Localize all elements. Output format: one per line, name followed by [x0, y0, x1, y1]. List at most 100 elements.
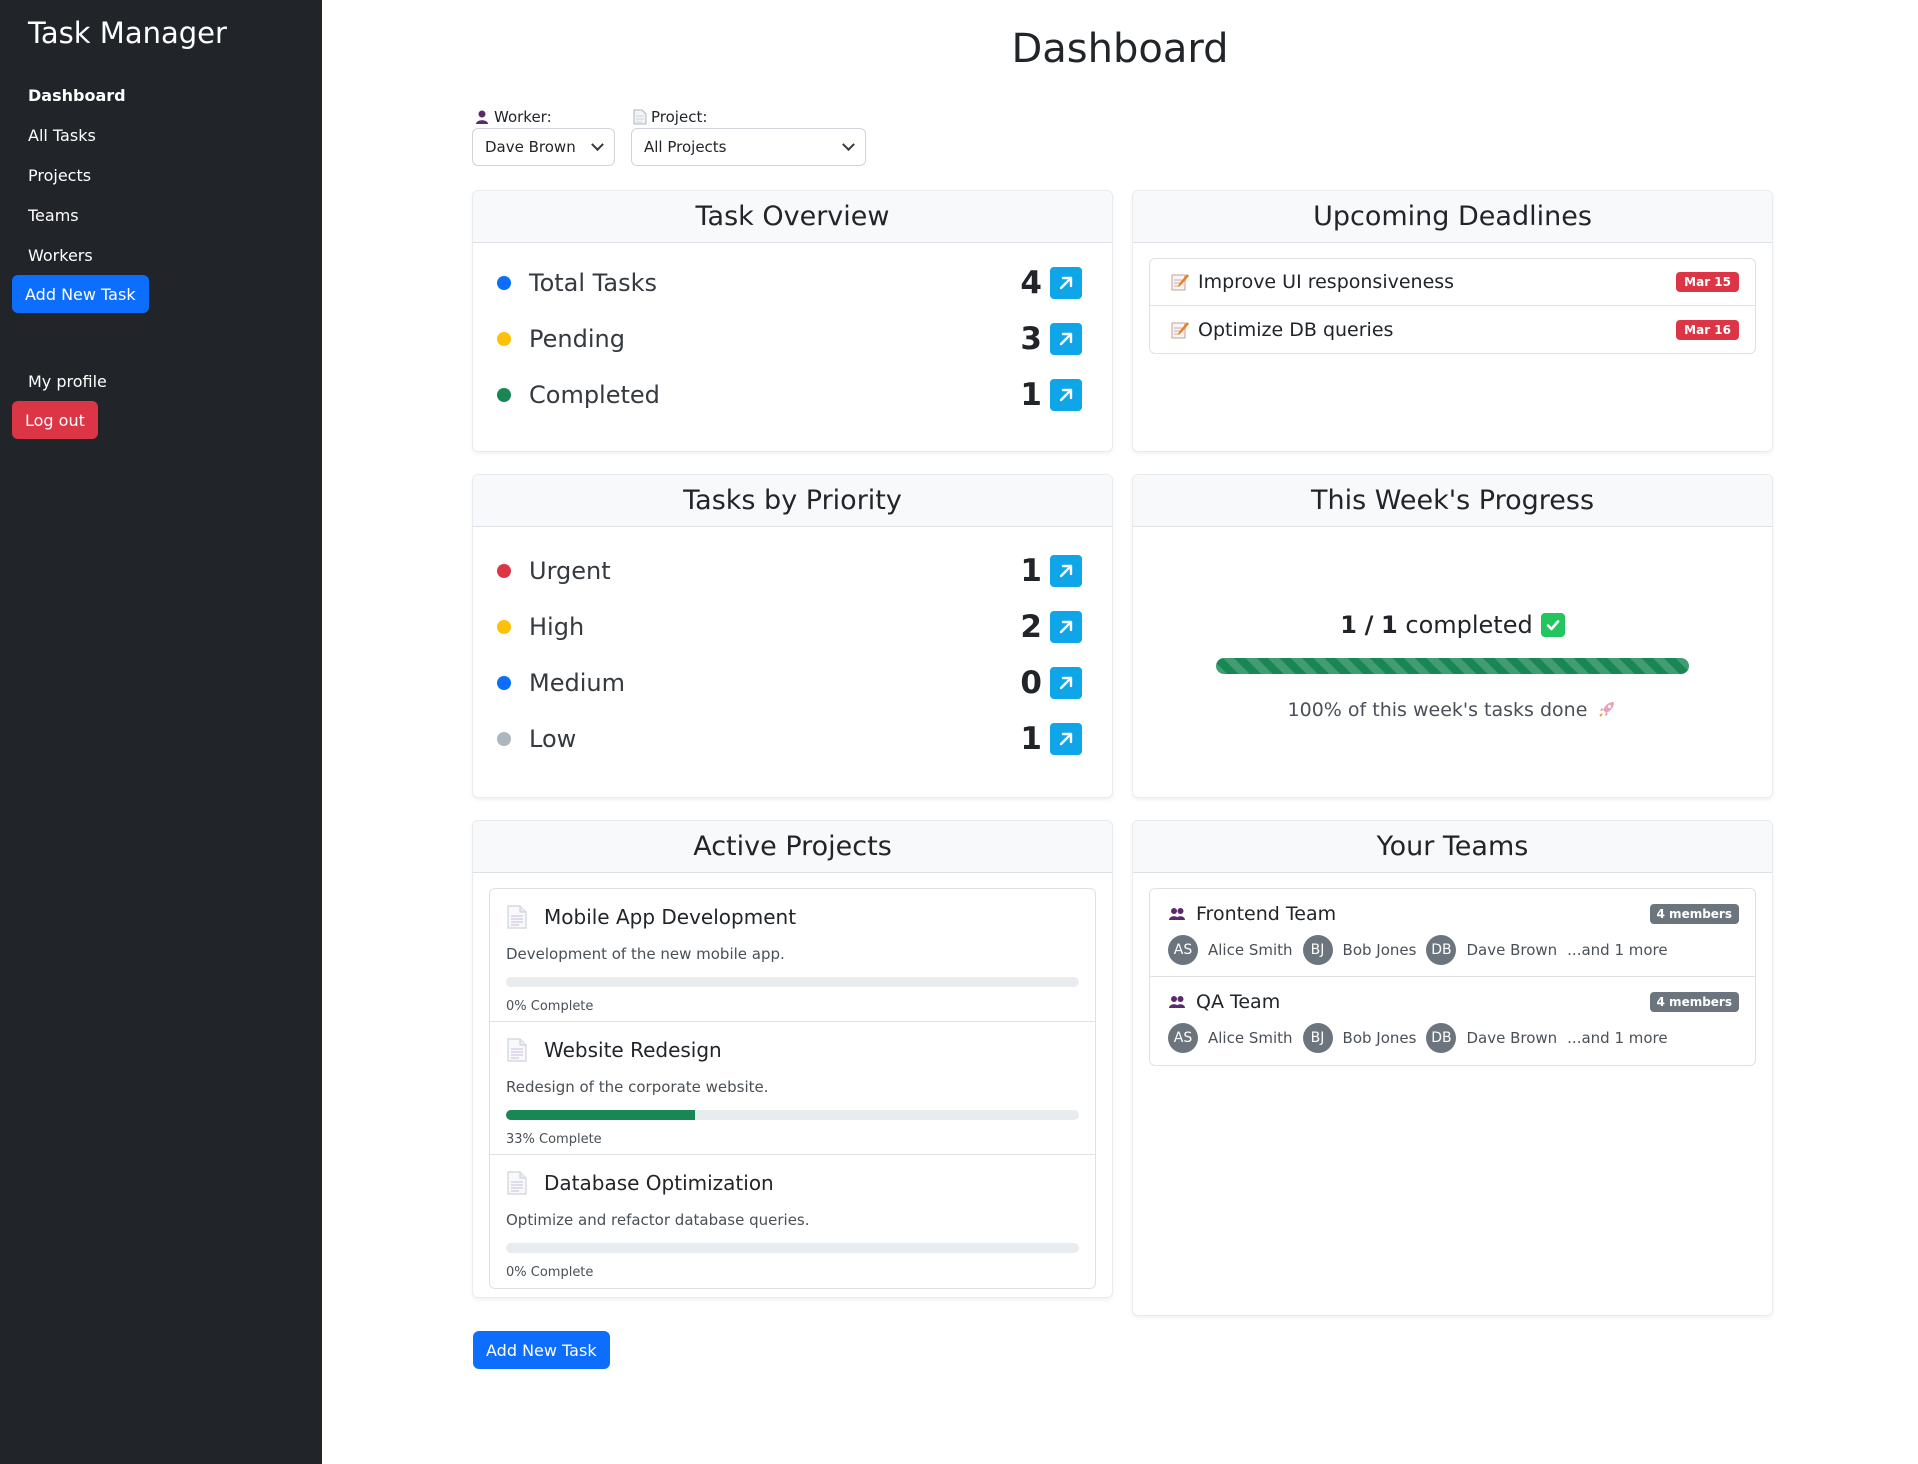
- stat-count: 3: [1020, 321, 1042, 357]
- nav-workers[interactable]: Workers: [28, 246, 93, 265]
- avatar: AS: [1168, 935, 1198, 965]
- priority-label: Medium: [529, 669, 625, 697]
- priority-dot: [497, 620, 511, 634]
- priority-label: Low: [529, 725, 577, 753]
- member-name: Alice Smith: [1208, 1029, 1293, 1047]
- document-icon: [507, 1171, 527, 1195]
- more-members-text: ...and 1 more: [1567, 1029, 1668, 1047]
- chevron-down-icon: [591, 137, 604, 151]
- avatar: BJ: [1302, 1023, 1333, 1053]
- priority-count: 1: [1020, 721, 1042, 757]
- weekly-total-count: 1: [1381, 611, 1398, 639]
- weekly-progress-card: This Week's Progress 1 / 1 completed 100…: [1132, 474, 1773, 798]
- project-name: Mobile App Development: [544, 905, 797, 929]
- project-progress-fill: [506, 1110, 696, 1120]
- weekly-completed-count: 1: [1340, 611, 1357, 639]
- worker-select[interactable]: Dave Brown: [472, 128, 615, 166]
- project-progress-label: 0% Complete: [506, 1265, 594, 1280]
- page-title: Dashboard: [1011, 26, 1229, 72]
- project-item[interactable]: Website Redesign Redesign of the corpora…: [490, 1022, 1095, 1155]
- priority-row-high: High 2: [497, 607, 1082, 647]
- priority-row-medium: Medium 0: [497, 663, 1082, 703]
- project-name: Website Redesign: [544, 1038, 722, 1062]
- stat-label: Total Tasks: [529, 269, 657, 297]
- team-item[interactable]: QA Team 4 members AS Alice Smith BJ Bob …: [1150, 977, 1755, 1065]
- document-icon: [633, 109, 647, 125]
- upcoming-deadlines-card: Upcoming Deadlines Improve UI responsive…: [1132, 190, 1773, 452]
- weekly-completed-word: completed: [1405, 611, 1533, 639]
- document-icon: [507, 905, 527, 929]
- nav-my-profile[interactable]: My profile: [28, 372, 107, 391]
- priority-dot: [497, 732, 511, 746]
- team-list: Frontend Team 4 members AS Alice Smith B…: [1149, 888, 1756, 1066]
- avatar: BJ: [1302, 935, 1333, 965]
- member-name: Bob Jones: [1342, 1029, 1417, 1047]
- avatar: DB: [1426, 1023, 1457, 1053]
- stat-row-pending: Pending 3: [497, 319, 1082, 359]
- stat-row-completed: Completed 1: [497, 375, 1082, 415]
- deadline-list: Improve UI responsiveness Mar 15 Optimiz…: [1149, 258, 1756, 354]
- sidebar: Task Manager Dashboard All Tasks Project…: [0, 0, 322, 1464]
- priority-row-urgent: Urgent 1: [497, 551, 1082, 591]
- project-name: Database Optimization: [544, 1171, 774, 1195]
- project-list: Mobile App Development Development of th…: [489, 888, 1096, 1289]
- more-members-text: ...and 1 more: [1567, 941, 1668, 959]
- arrow-up-right-icon[interactable]: [1050, 667, 1082, 699]
- your-teams-card: Your Teams Frontend Team 4 members AS Al…: [1132, 820, 1773, 1316]
- project-item[interactable]: Mobile App Development Development of th…: [490, 889, 1095, 1022]
- project-progress-bar: [506, 977, 1079, 987]
- arrow-up-right-icon[interactable]: [1050, 323, 1082, 355]
- active-projects-card: Active Projects Mobile App Development D…: [472, 820, 1113, 1298]
- project-label-text: Project:: [651, 108, 708, 126]
- weekly-progress-fill: [1216, 658, 1689, 674]
- arrow-up-right-icon[interactable]: [1050, 379, 1082, 411]
- user-icon: [476, 110, 488, 124]
- memo-icon: [1171, 274, 1189, 291]
- worker-filter-label: Worker:: [474, 108, 552, 126]
- project-item[interactable]: Database Optimization Optimize and refac…: [490, 1155, 1095, 1288]
- stat-count: 4: [1020, 265, 1042, 301]
- priority-label: High: [529, 613, 585, 641]
- users-icon: [1169, 908, 1185, 920]
- nav-projects[interactable]: Projects: [28, 166, 91, 185]
- project-select[interactable]: All Projects: [631, 128, 866, 166]
- stat-label: Pending: [529, 325, 625, 353]
- worker-select-value: Dave Brown: [485, 138, 576, 156]
- deadline-item[interactable]: Optimize DB queries Mar 16: [1150, 306, 1755, 353]
- upcoming-deadlines-title: Upcoming Deadlines: [1133, 191, 1772, 243]
- arrow-up-right-icon[interactable]: [1050, 611, 1082, 643]
- task-overview-title: Task Overview: [473, 191, 1112, 243]
- team-name: QA Team: [1196, 991, 1281, 1013]
- deadline-item[interactable]: Improve UI responsiveness Mar 15: [1150, 259, 1755, 306]
- member-name: Bob Jones: [1342, 941, 1417, 959]
- priority-dot: [497, 564, 511, 578]
- status-dot: [497, 388, 511, 402]
- logout-button[interactable]: Log out: [12, 401, 98, 439]
- member-name: Dave Brown: [1466, 1029, 1558, 1047]
- priority-dot: [497, 676, 511, 690]
- project-progress-label: 0% Complete: [506, 999, 594, 1014]
- team-item[interactable]: Frontend Team 4 members AS Alice Smith B…: [1150, 889, 1755, 977]
- users-icon: [1169, 996, 1185, 1008]
- team-name: Frontend Team: [1196, 903, 1337, 925]
- your-teams-title: Your Teams: [1133, 821, 1772, 873]
- project-description: Optimize and refactor database queries.: [506, 1211, 810, 1229]
- sidebar-add-task-button[interactable]: Add New Task: [12, 275, 149, 313]
- tasks-by-priority-card: Tasks by Priority Urgent 1 High 2 Medium…: [472, 474, 1113, 798]
- nav-dashboard[interactable]: Dashboard: [28, 86, 126, 105]
- priority-row-low: Low 1: [497, 719, 1082, 759]
- project-progress-bar: [506, 1243, 1079, 1253]
- task-overview-card: Task Overview Total Tasks 4 Pending 3 Co…: [472, 190, 1113, 452]
- deadline-date-badge: Mar 16: [1676, 319, 1739, 340]
- project-filter-label: Project:: [633, 108, 707, 126]
- stat-count: 1: [1020, 377, 1042, 413]
- arrow-up-right-icon[interactable]: [1050, 267, 1082, 299]
- weekly-progress-summary: 100% of this week's tasks done: [1133, 699, 1772, 721]
- nav-teams[interactable]: Teams: [28, 206, 79, 225]
- member-count-badge: 4 members: [1649, 904, 1739, 924]
- add-new-task-button[interactable]: Add New Task: [473, 1331, 610, 1369]
- nav-all-tasks[interactable]: All Tasks: [28, 126, 96, 145]
- arrow-up-right-icon[interactable]: [1050, 723, 1082, 755]
- arrow-up-right-icon[interactable]: [1050, 555, 1082, 587]
- priority-label: Urgent: [529, 557, 611, 585]
